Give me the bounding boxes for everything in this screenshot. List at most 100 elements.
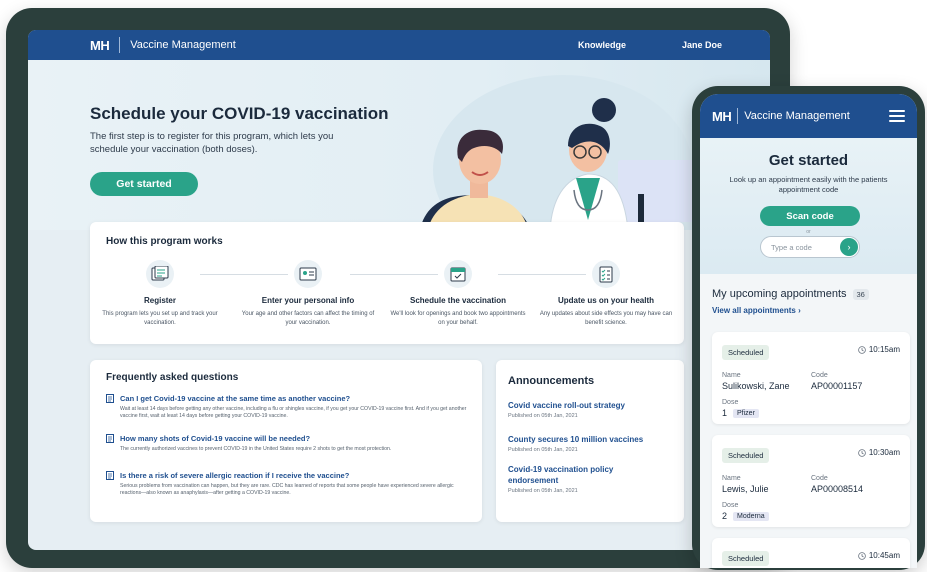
vaccine-badge: Moderna	[733, 511, 769, 521]
dose-number: 2	[722, 511, 728, 521]
clock-icon	[858, 345, 866, 354]
personal-info-icon	[294, 260, 322, 288]
step-description: Any updates about side effects you may h…	[539, 311, 673, 326]
tablet-device: MH Vaccine Management Knowledge Jane Doe…	[6, 8, 790, 568]
nav-knowledge-link[interactable]: Knowledge	[578, 40, 626, 50]
hero-title: Schedule your COVID-19 vaccination	[90, 104, 389, 123]
step-register: Register This program lets you set up an…	[90, 260, 230, 327]
status-badge: Scheduled	[722, 448, 770, 463]
view-all-appointments-link[interactable]: View all appointments ›	[712, 306, 905, 315]
announcement-link[interactable]: County secures 10 million vaccines	[508, 434, 678, 445]
document-icon	[106, 471, 114, 480]
announcements-card: Announcements Covid vaccine roll-out str…	[496, 360, 684, 522]
lookup-title: Get started	[768, 152, 849, 169]
appointment-card[interactable]: Scheduled 10:45am	[712, 538, 910, 568]
appointment-time: 10:15am	[858, 345, 900, 354]
appointments-title: My upcoming appointments	[712, 288, 847, 300]
appointments-section: My upcoming appointments 36 View all app…	[700, 274, 917, 315]
announcement-date: Published on 05th Jan, 2021	[508, 488, 578, 494]
step-title: Enter your personal info	[261, 296, 355, 305]
brand-logo-text: MH	[712, 108, 732, 124]
app-name: Vaccine Management	[130, 39, 236, 51]
announcement-link[interactable]: Covid-19 vaccination policy endorsement	[508, 464, 628, 486]
appointment-time-text: 10:15am	[868, 345, 900, 354]
status-badge: Scheduled	[722, 345, 770, 360]
top-navigation-bar: MH Vaccine Management Knowledge Jane Doe	[28, 30, 770, 60]
hero-banner: Schedule your COVID-19 vaccination The f…	[28, 60, 770, 230]
stage: MH Vaccine Management Knowledge Jane Doe…	[0, 0, 927, 572]
or-divider: or	[806, 229, 811, 235]
appointments-count-badge: 36	[852, 288, 869, 300]
patient-name: Sulikowski, Zane	[722, 381, 790, 391]
phone-screen: MH Vaccine Management Get started Look u…	[700, 94, 917, 568]
submit-code-button[interactable]: ›	[840, 238, 858, 256]
faq-question[interactable]: How many shots of Covid-19 vaccine will …	[106, 434, 472, 443]
step-title: Update us on your health	[557, 296, 654, 305]
document-icon	[106, 434, 114, 443]
phone-top-bar: MH Vaccine Management	[700, 94, 917, 138]
nav-user-menu[interactable]: Jane Doe	[682, 40, 722, 50]
step-title: Register	[143, 296, 176, 305]
faq-question-text: Can I get Covid-19 vaccine at the same t…	[120, 394, 351, 403]
faq-answer: Wait at least 14 days before getting any…	[120, 406, 467, 419]
announcement-item: Covid vaccine roll-out strategy Publishe…	[508, 400, 678, 419]
clock-icon	[858, 551, 866, 560]
faq-item: How many shots of Covid-19 vaccine will …	[106, 434, 472, 453]
calendar-icon	[444, 260, 472, 288]
brand-logo[interactable]: MH	[712, 108, 744, 124]
logo-divider	[737, 108, 739, 124]
checklist-icon	[592, 260, 620, 288]
appointment-card[interactable]: Scheduled 10:30am Name Lewis, Julie Code…	[712, 435, 910, 527]
appointment-time: 10:45am	[858, 551, 900, 560]
faq-question[interactable]: Is there a risk of severe allergic react…	[106, 471, 472, 480]
announcement-date: Published on 05th Jan, 2021	[508, 413, 578, 419]
dose-label: Dose	[722, 399, 739, 406]
appointment-time-text: 10:45am	[868, 551, 900, 560]
faq-card: Frequently asked questions Can I get Cov…	[90, 360, 482, 522]
announcement-item: Covid-19 vaccination policy endorsement …	[508, 464, 628, 494]
faq-item: Is there a risk of severe allergic react…	[106, 471, 472, 497]
logo-divider	[119, 37, 121, 53]
step-title: Schedule the vaccination	[409, 296, 507, 305]
appointment-time-text: 10:30am	[868, 448, 900, 457]
how-program-works-card: How this program works Register This pro…	[90, 222, 684, 344]
get-started-button[interactable]: Get started	[90, 172, 198, 196]
hamburger-menu-icon[interactable]	[889, 110, 905, 122]
how-program-works-title: How this program works	[106, 236, 223, 247]
step-health-update: Update us on your health Any updates abo…	[536, 260, 676, 327]
code-input[interactable]: Type a code ›	[760, 236, 860, 258]
code-label: Code	[811, 475, 828, 482]
monitor-illustration	[618, 160, 700, 222]
announcement-item: County secures 10 million vaccines Publi…	[508, 434, 678, 453]
faq-answer: Serious problems from vaccination can ha…	[120, 483, 454, 496]
faq-title: Frequently asked questions	[106, 372, 239, 383]
appointment-code: AP00001157	[811, 381, 863, 391]
app-name: Vaccine Management	[744, 110, 850, 122]
announcement-link[interactable]: Covid vaccine roll-out strategy	[508, 400, 678, 411]
document-icon	[106, 394, 114, 403]
faq-answer: The currently authorized vaccines to pre…	[120, 446, 392, 452]
announcements-title: Announcements	[508, 375, 595, 387]
phone-device: MH Vaccine Management Get started Look u…	[692, 86, 925, 570]
faq-question-text: How many shots of Covid-19 vaccine will …	[120, 434, 311, 443]
step-description: We'll look for openings and book two app…	[390, 311, 526, 326]
scan-code-button[interactable]: Scan code	[760, 206, 860, 226]
status-badge: Scheduled	[722, 551, 770, 566]
faq-item: Can I get Covid-19 vaccine at the same t…	[106, 394, 472, 420]
register-icon	[146, 260, 174, 288]
tablet-screen: MH Vaccine Management Knowledge Jane Doe…	[28, 30, 770, 550]
clock-icon	[858, 448, 866, 457]
patient-name: Lewis, Julie	[722, 484, 769, 494]
appointment-time: 10:30am	[858, 448, 900, 457]
dose-label: Dose	[722, 502, 739, 509]
step-description: This program lets you set up and track y…	[102, 311, 218, 326]
appointment-card[interactable]: Scheduled 10:15am Name Sulikowski, Zane …	[712, 332, 910, 424]
step-personal-info: Enter your personal info Your age and ot…	[238, 260, 378, 327]
dose-number: 1	[722, 408, 728, 418]
name-label: Name	[722, 372, 741, 379]
brand-logo[interactable]: MH	[90, 37, 130, 53]
faq-question[interactable]: Can I get Covid-19 vaccine at the same t…	[106, 394, 472, 403]
code-label: Code	[811, 372, 828, 379]
announcement-date: Published on 05th Jan, 2021	[508, 447, 578, 453]
step-schedule: Schedule the vaccination We'll look for …	[388, 260, 528, 327]
